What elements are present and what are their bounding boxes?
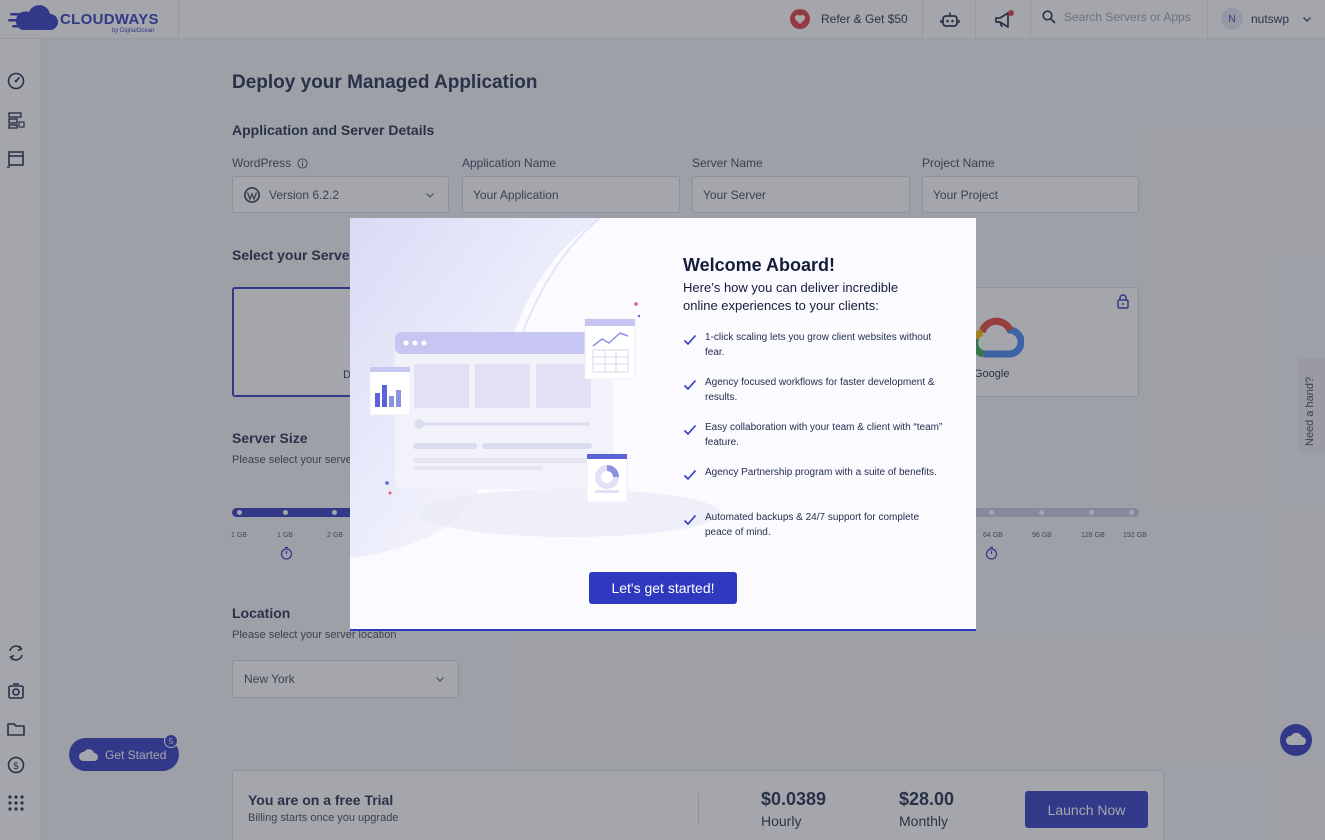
lets-get-started-button[interactable]: Let's get started!	[589, 572, 737, 604]
feature-item: Agency focused workflows for faster deve…	[683, 376, 943, 405]
welcome-modal: Welcome Aboard! Here’s how you can deliv…	[350, 218, 976, 631]
check-icon	[683, 424, 697, 436]
feature-text: Agency focused workflows for faster deve…	[705, 377, 935, 403]
check-icon	[683, 469, 697, 481]
check-icon	[683, 514, 697, 526]
feature-text: Automated backups & 24/7 support for com…	[705, 512, 920, 538]
feature-text: Easy collaboration with your team & clie…	[705, 422, 943, 448]
feature-item: 1-click scaling lets you grow client web…	[683, 331, 943, 360]
feature-item: Automated backups & 24/7 support for com…	[683, 511, 943, 540]
modal-title: Welcome Aboard!	[683, 255, 836, 275]
check-icon	[683, 379, 697, 391]
feature-text: 1-click scaling lets you grow client web…	[705, 332, 932, 358]
feature-item: Easy collaboration with your team & clie…	[683, 421, 943, 450]
feature-item: Agency Partnership program with a suite …	[683, 466, 943, 482]
check-icon	[683, 334, 697, 346]
feature-text: Agency Partnership program with a suite …	[705, 467, 937, 478]
app-root: CLOUDWAYS by DigitalOcean Refer & Get $5…	[0, 0, 1325, 840]
modal-intro: Here’s how you can deliver incredible on…	[683, 280, 899, 313]
